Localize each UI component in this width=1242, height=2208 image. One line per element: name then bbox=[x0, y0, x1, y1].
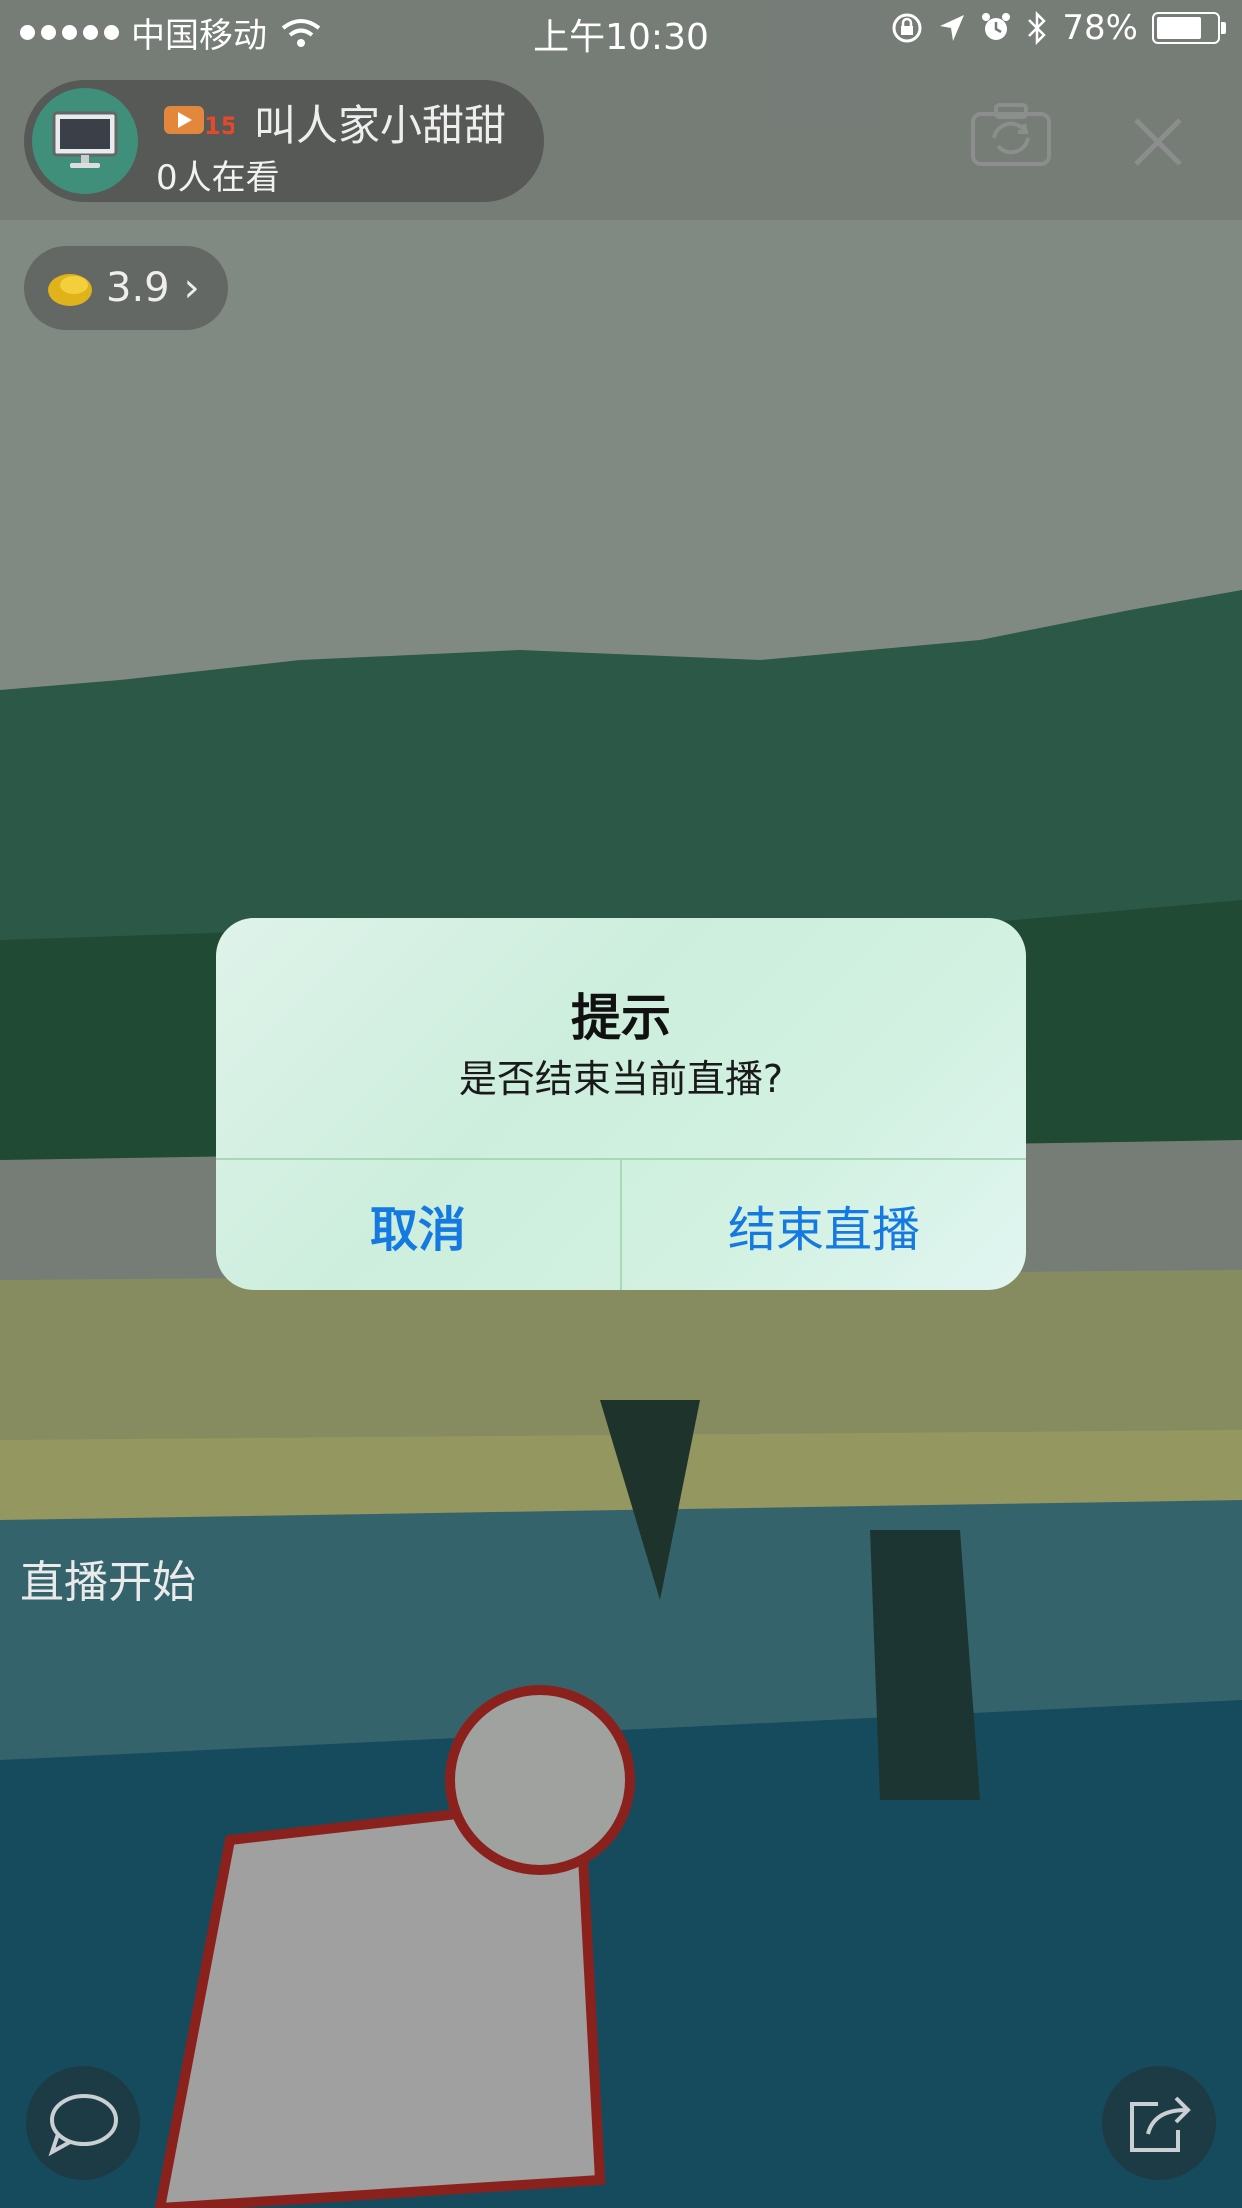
cancel-button[interactable]: 取消 bbox=[216, 1160, 620, 1290]
location-icon bbox=[940, 15, 965, 41]
alert-message: 是否结束当前直播? bbox=[458, 1057, 784, 1101]
coin-value: 3.9 bbox=[106, 265, 170, 311]
alert-title: 提示 bbox=[571, 989, 671, 1047]
status-right: 78% bbox=[890, 8, 1226, 48]
level-badge-icon: 15 bbox=[164, 106, 234, 140]
viewer-count: 0人在看 bbox=[156, 158, 280, 198]
anchor-avatar[interactable] bbox=[32, 88, 138, 194]
close-icon[interactable] bbox=[1130, 114, 1186, 170]
rotation-lock-icon bbox=[892, 13, 922, 43]
anchor-info-pill[interactable]: 15 叫人家小甜甜 0人在看 bbox=[24, 80, 544, 202]
status-bar: 中国移动 上午10:30 78% bbox=[0, 0, 1242, 60]
coin-balance-pill[interactable]: 3.9 › bbox=[24, 246, 228, 330]
bluetooth-icon bbox=[1028, 11, 1047, 45]
battery-level bbox=[1157, 17, 1201, 39]
level-number: 15 bbox=[204, 112, 234, 140]
chat-message: 直播开始 bbox=[20, 1557, 196, 1608]
share-icon bbox=[1130, 2096, 1191, 2152]
chat-button[interactable] bbox=[26, 2066, 140, 2180]
chevron-right-icon: › bbox=[183, 265, 200, 311]
battery-percent: 78% bbox=[1062, 8, 1138, 48]
battery-icon bbox=[1152, 12, 1226, 44]
monitor-icon bbox=[52, 111, 118, 168]
end-live-button[interactable]: 结束直播 bbox=[622, 1160, 1026, 1290]
alarm-icon bbox=[982, 13, 1011, 40]
anchor-name: 叫人家小甜甜 bbox=[254, 101, 507, 150]
coin-icon bbox=[48, 274, 92, 306]
share-button[interactable] bbox=[1102, 2066, 1216, 2180]
end-live-alert: 提示 是否结束当前直播? 取消 结束直播 bbox=[216, 918, 1026, 1290]
chat-bubble-icon bbox=[48, 2094, 118, 2156]
camera-switch-icon[interactable] bbox=[970, 102, 1052, 168]
